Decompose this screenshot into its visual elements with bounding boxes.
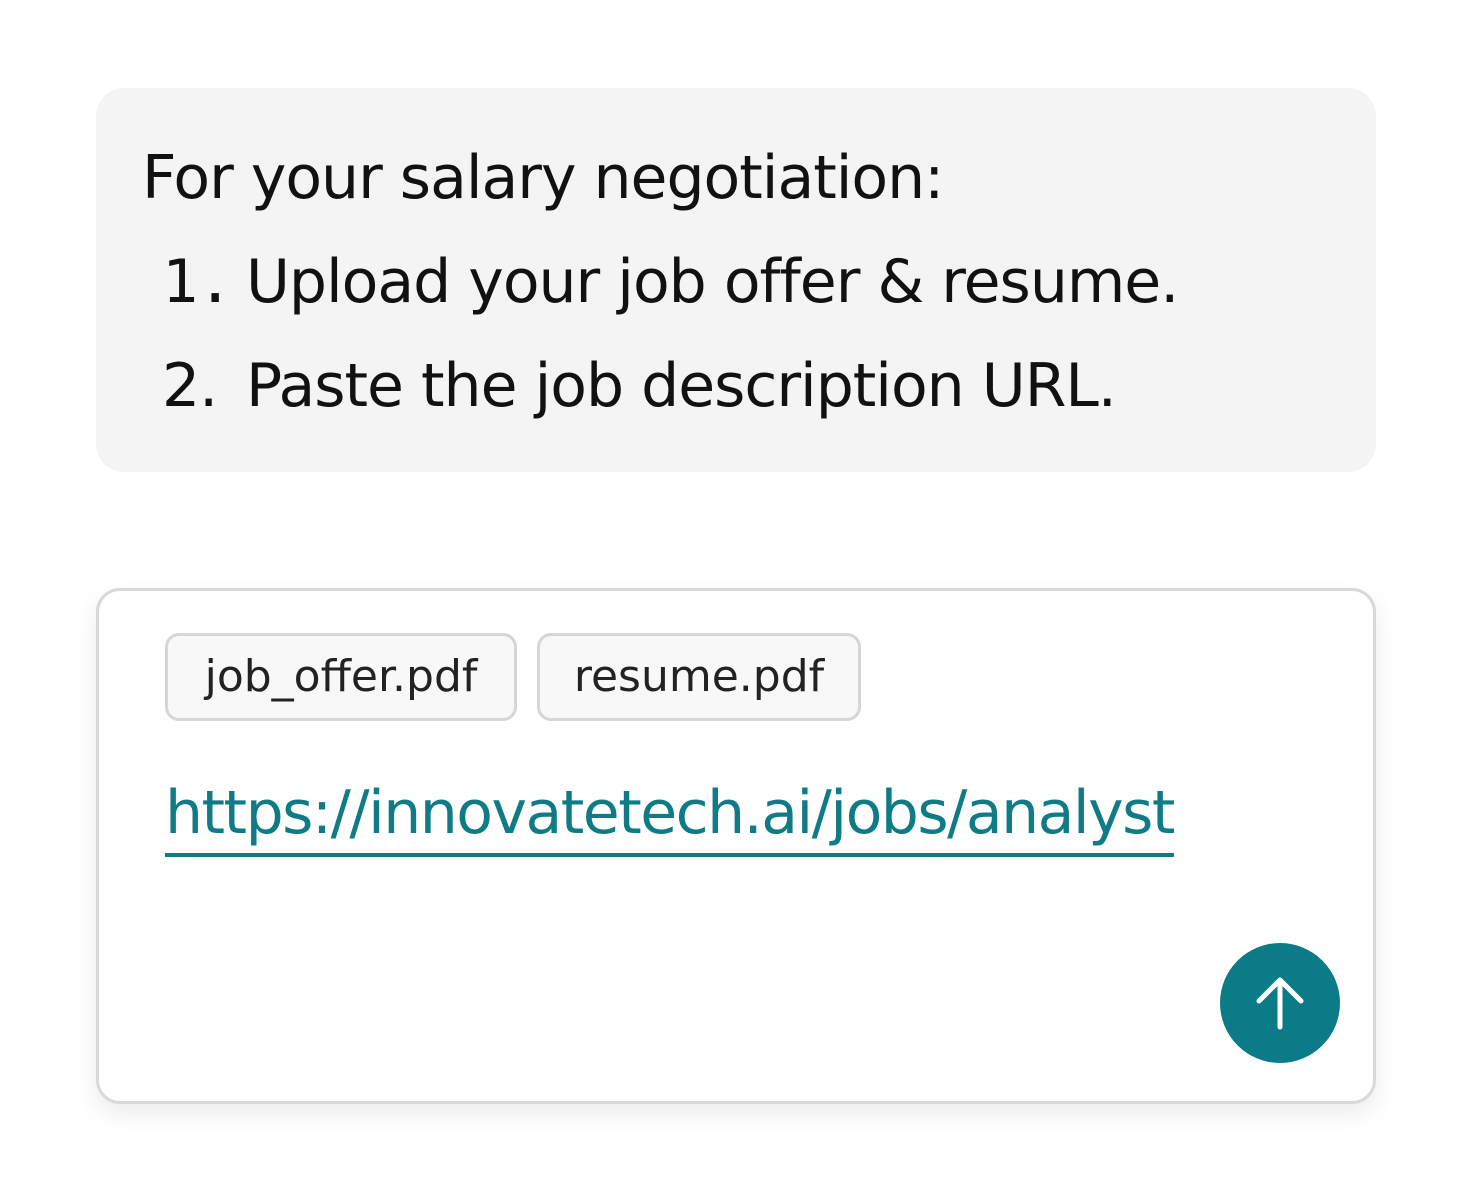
message-composer[interactable]: job_offer.pdf resume.pdf https://innovat…	[96, 588, 1376, 1104]
step-number: 2.	[162, 351, 218, 421]
instruction-message: For your salary negotiation: 1. Upload yo…	[96, 88, 1376, 472]
job-description-url[interactable]: https://innovatetech.ai/jobs/analyst	[165, 773, 1175, 857]
step-text: Paste the job description URL.	[246, 351, 1117, 421]
send-button[interactable]	[1220, 943, 1340, 1063]
step-number: 1.	[162, 247, 233, 317]
instruction-intro: For your salary negotiation:	[142, 143, 944, 213]
attachment-chip-job-offer[interactable]: job_offer.pdf	[165, 633, 517, 721]
step-text: Upload your job offer & resume.	[246, 247, 1179, 317]
attachment-chip-resume[interactable]: resume.pdf	[537, 633, 861, 721]
arrow-up-icon	[1256, 977, 1304, 1030]
instruction-step-1: 1. Upload your job offer & resume.	[162, 247, 1179, 317]
instruction-step-2: 2. Paste the job description URL.	[162, 351, 1117, 421]
